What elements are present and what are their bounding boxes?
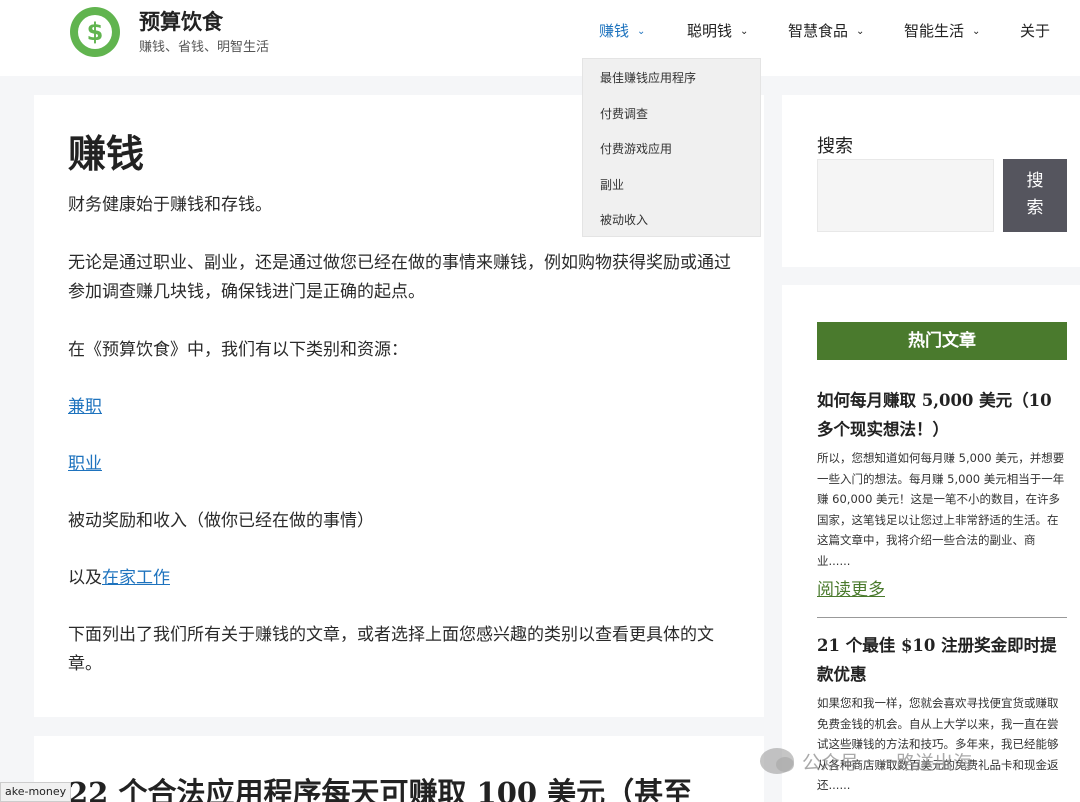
watermark: 公众号 · 一路送出海 bbox=[760, 746, 972, 776]
list-item: 兼职 bbox=[68, 393, 738, 422]
dropdown-item-side-hustle[interactable]: 副业 bbox=[600, 176, 624, 193]
watermark-text: 公众号 · 一路送出海 bbox=[802, 751, 973, 774]
article-excerpt-2: 如果您和我一样，您就会喜欢寻找便宜货或赚取免费金钱的机会。自从上大学以来，我一直… bbox=[817, 696, 1059, 792]
article-title-2[interactable]: 21 个最佳 $10 注册奖金即时提款优惠 bbox=[817, 631, 1062, 689]
nav-item-smart-living[interactable]: 智能生活 ⌄ bbox=[904, 20, 980, 41]
resources-intro: 在《预算饮食》中，我们有以下类别和资源： bbox=[68, 340, 408, 360]
chevron-down-icon: ⌄ bbox=[972, 26, 981, 37]
popular-posts-heading: 热门文章 bbox=[817, 322, 1067, 360]
article-heading[interactable]: 22 个合法应用程序每天可赚取 100 美元（甚至 bbox=[68, 770, 692, 802]
articles-note: 下面列出了我们所有关于赚钱的文章，或者选择上面您感兴趣的类别以查看更具体的文章。 bbox=[68, 625, 714, 674]
article-title-1[interactable]: 如何每月赚取 5,000 美元（10 多个现实想法！） bbox=[817, 386, 1062, 444]
main-nav: 赚钱 ⌄ 聪明钱 ⌄ 智慧食品 ⌄ 智能生活 ⌄ 关于 bbox=[0, 20, 1080, 44]
career-link[interactable]: 职业 bbox=[68, 454, 102, 474]
article-excerpt-1: 所以，您想知道如何每月赚 5,000 美元，并想要一些入门的想法。每月赚 5,0… bbox=[817, 451, 1065, 568]
dropdown-item-passive-income[interactable]: 被动收入 bbox=[600, 211, 648, 228]
make-money-dropdown: 最佳赚钱应用程序 付费调查 付费游戏应用 副业 被动收入 bbox=[582, 58, 761, 237]
dropdown-item-game-apps[interactable]: 付费游戏应用 bbox=[600, 140, 672, 157]
search-label: 搜索 bbox=[817, 136, 853, 157]
nav-item-make-money[interactable]: 赚钱 ⌄ bbox=[599, 20, 645, 41]
chevron-down-icon: ⌄ bbox=[637, 26, 646, 37]
chevron-down-icon: ⌄ bbox=[740, 26, 749, 37]
site-header: $ 预算饮食 赚钱、省钱、明智生活 赚钱 ⌄ 聪明钱 ⌄ 智慧食品 ⌄ 智能生活 ⌄ 关… bbox=[0, 0, 1080, 76]
page-title: 赚钱 bbox=[68, 131, 145, 176]
status-bar-url: ake-money bbox=[0, 782, 72, 802]
nav-label: 关于 bbox=[1020, 22, 1051, 40]
popular-posts-widget: 热门文章 如何每月赚取 5,000 美元（10 多个现实想法！） 所以，您想知道… bbox=[782, 285, 1080, 802]
nav-item-about[interactable]: 关于 bbox=[1020, 20, 1050, 41]
nav-label: 智能生活 bbox=[904, 22, 965, 40]
search-widget: 搜索 搜索 bbox=[782, 95, 1080, 267]
part-time-link[interactable]: 兼职 bbox=[68, 397, 102, 417]
nav-item-smart-food[interactable]: 智慧食品 ⌄ bbox=[788, 20, 864, 41]
body-paragraph: 无论是通过职业、副业，还是通过做您已经在做的事情来赚钱，例如购物获得奖励或通过参… bbox=[68, 253, 731, 302]
search-input[interactable] bbox=[817, 159, 994, 232]
read-more-link[interactable]: 阅读更多 bbox=[817, 575, 885, 600]
nav-label: 聪明钱 bbox=[687, 22, 733, 40]
dropdown-item-best-apps[interactable]: 最佳赚钱应用程序 bbox=[600, 69, 696, 86]
list-item: 以及在家工作 bbox=[68, 564, 738, 593]
nav-item-smart-money[interactable]: 聪明钱 ⌄ bbox=[687, 20, 748, 41]
wfh-prefix: 以及 bbox=[68, 568, 102, 588]
list-item: 职业 bbox=[68, 450, 738, 479]
nav-label: 智慧食品 bbox=[788, 22, 849, 40]
divider bbox=[817, 617, 1067, 618]
dropdown-item-paid-surveys[interactable]: 付费调查 bbox=[600, 105, 648, 122]
passive-income-text: 被动奖励和收入（做你已经在做的事情） bbox=[68, 511, 374, 531]
wechat-icon bbox=[760, 748, 794, 774]
search-button[interactable]: 搜索 bbox=[1003, 159, 1067, 232]
nav-label: 赚钱 bbox=[599, 22, 630, 40]
work-from-home-link[interactable]: 在家工作 bbox=[102, 568, 170, 588]
article-card: 22 个合法应用程序每天可赚取 100 美元（甚至 bbox=[34, 736, 764, 802]
chevron-down-icon: ⌄ bbox=[856, 26, 865, 37]
